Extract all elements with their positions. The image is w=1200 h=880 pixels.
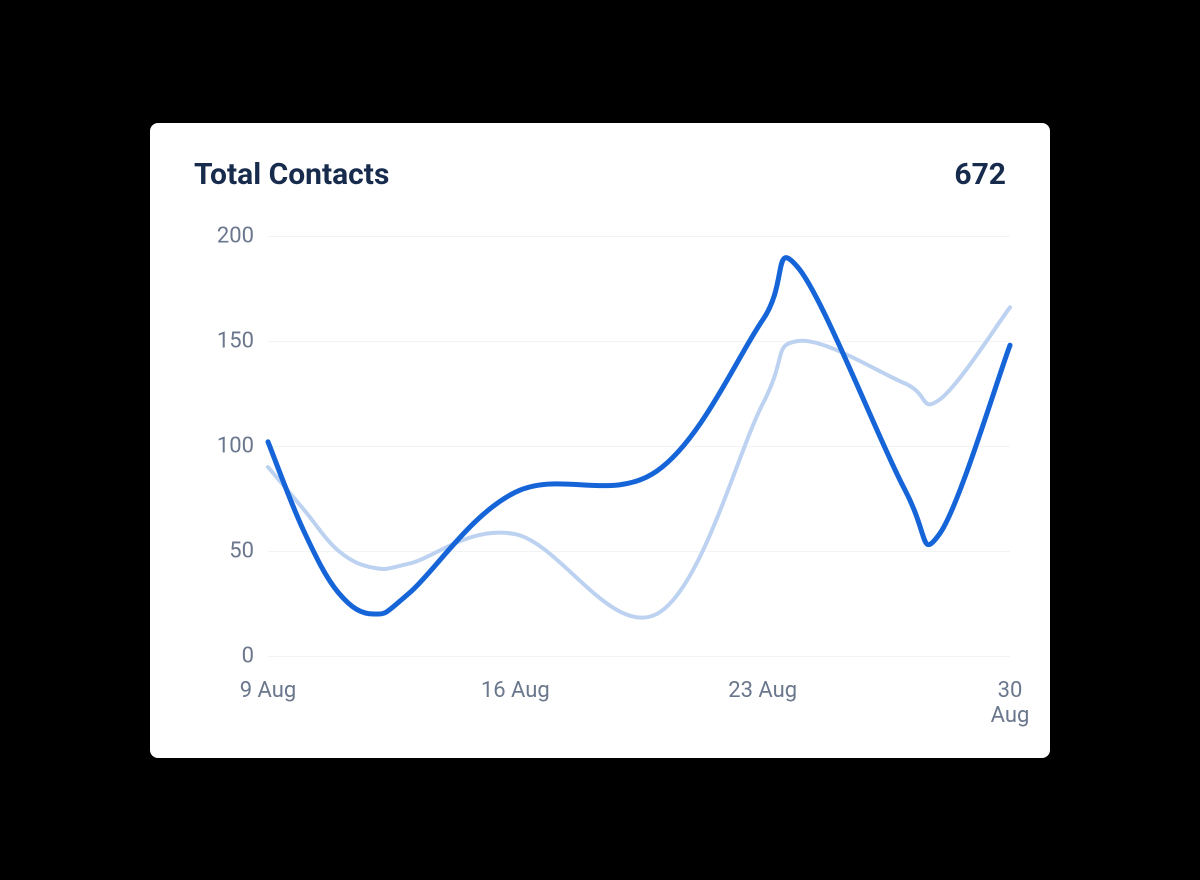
y-tick: 100 <box>217 433 254 458</box>
y-tick: 50 <box>229 538 254 563</box>
y-tick: 200 <box>217 223 254 248</box>
chart-area: 200 150 100 50 0 9 Aug 16 Aug <box>190 236 1010 708</box>
card-total-value: 672 <box>954 157 1006 192</box>
x-tick: 23 Aug <box>728 678 797 703</box>
plot <box>268 236 1010 656</box>
series-previous-line <box>268 307 1010 617</box>
y-tick: 150 <box>217 328 254 353</box>
y-tick: 0 <box>242 643 254 668</box>
x-tick: 16 Aug <box>481 678 550 703</box>
card-title: Total Contacts <box>194 157 389 192</box>
plot-wrap: 9 Aug 16 Aug 23 Aug 30 Aug <box>268 236 1010 708</box>
chart-svg <box>268 236 1010 656</box>
card-header: Total Contacts 672 <box>190 157 1010 192</box>
y-axis: 200 150 100 50 0 <box>190 236 268 656</box>
x-tick: 9 Aug <box>240 678 297 703</box>
x-axis: 9 Aug 16 Aug 23 Aug 30 Aug <box>268 678 1010 708</box>
grid-line <box>268 656 1010 657</box>
total-contacts-card: Total Contacts 672 200 150 100 50 0 <box>150 123 1050 758</box>
series-current-line <box>268 257 1010 613</box>
x-tick: 30 Aug <box>991 678 1030 728</box>
